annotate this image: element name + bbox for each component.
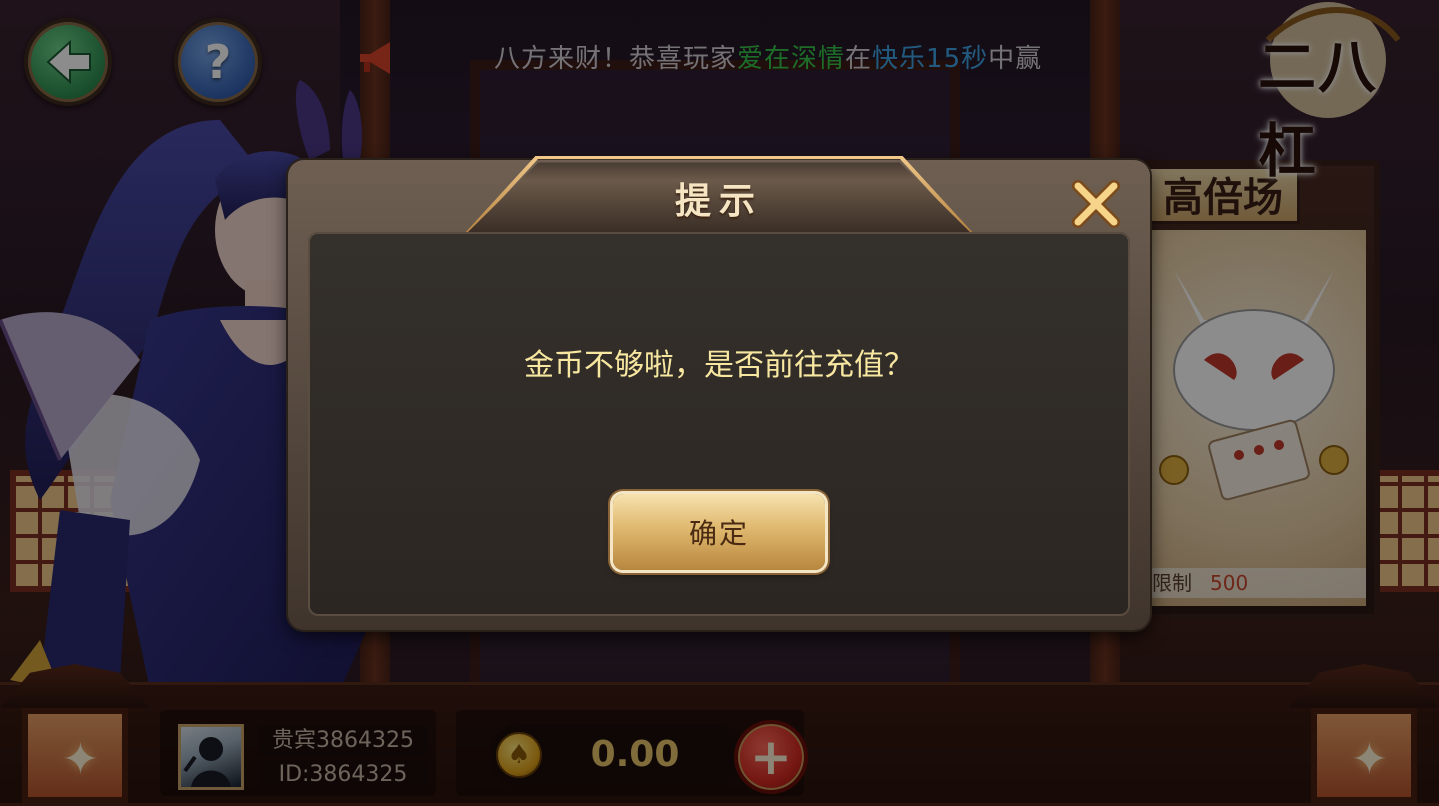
close-button[interactable] bbox=[1068, 176, 1124, 232]
confirm-button-label: 确定 bbox=[688, 517, 749, 550]
dialog-title: 提示 bbox=[674, 180, 763, 222]
close-icon bbox=[1072, 180, 1120, 228]
insufficient-coins-dialog: 提示 金币不够啦，是否前往充值？ 确定 bbox=[288, 156, 1150, 630]
confirm-button[interactable]: 确定 bbox=[613, 494, 825, 570]
dialog-message: 金币不够啦，是否前往充值？ bbox=[524, 348, 914, 383]
